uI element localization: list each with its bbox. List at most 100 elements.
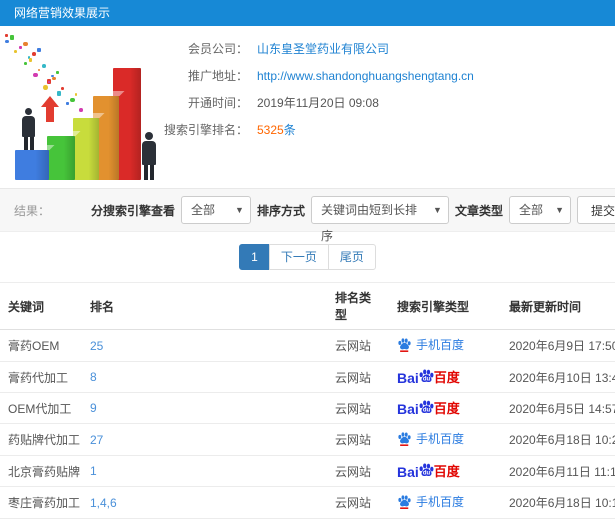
figure-head xyxy=(25,108,32,115)
article-type-select[interactable]: 全部 ▼ xyxy=(508,196,571,224)
confetti-dot xyxy=(18,45,23,50)
promo-bar xyxy=(73,118,99,180)
chevron-down-icon: ▼ xyxy=(555,205,564,215)
chevron-down-icon: ▼ xyxy=(235,205,244,215)
table-row: 膏药OEM 25 云网站 手机百度 2020年6月9日 17:50 xyxy=(0,329,615,362)
growth-arrow-icon xyxy=(41,96,59,122)
sort-order-select[interactable]: 关键词由短到长排序 ▼ xyxy=(310,196,449,243)
rank-type-cell: 云网站 xyxy=(327,392,389,424)
baidu-logo-bai: Bai xyxy=(397,464,419,480)
rank-cell: 9 xyxy=(82,392,327,424)
rank-cell: 1,4,6 xyxy=(82,486,327,519)
next-page-button[interactable]: 下一页 xyxy=(268,244,329,270)
engine-type-cell: Baidu百度 xyxy=(389,392,501,424)
figure-legs xyxy=(142,165,156,180)
confetti-dot xyxy=(70,97,75,103)
baidu-paw-icon xyxy=(398,432,411,446)
updated-time-cell: 2020年6月18日 10:19 xyxy=(501,486,615,519)
page-1-button[interactable]: 1 xyxy=(239,244,270,270)
engine-type-cell: 手机百度 xyxy=(389,423,501,456)
select-value: 关键词由短到长排序 xyxy=(320,203,417,243)
rank-link[interactable]: 1 xyxy=(90,464,97,478)
svg-text:du: du xyxy=(423,470,431,476)
engine-type-cell: 手机百度 xyxy=(389,486,501,519)
confetti-dot xyxy=(14,50,17,53)
rank-cell: 1 xyxy=(82,455,327,487)
results-table-body: 膏药OEM 25 云网站 手机百度 2020年6月9日 17:50 膏药代加工 8 云网站 Ba… xyxy=(0,329,615,520)
baidu-paw-icon: du xyxy=(419,463,434,476)
baidu-paw-icon: du xyxy=(419,369,434,382)
updated-time-cell: 2020年6月11日 11:18 xyxy=(501,455,615,487)
field-rank-count: 搜索引擎排名： 5325条 xyxy=(160,123,615,137)
col-rank-type: 排名类型 xyxy=(327,282,389,330)
open-time-value: 2019年11月20日 09:08 xyxy=(257,96,379,110)
keyword-cell: OEM代加工 xyxy=(0,392,82,424)
confetti-dot xyxy=(32,52,36,56)
updated-time-cell: 2020年6月18日 10:25 xyxy=(501,423,615,456)
filters: 分搜索引擎查看 全部 ▼ 排序方式 关键词由短到长排序 ▼ 文章类型 全部 ▼ 提交 xyxy=(91,196,615,243)
table-row: 膏药代加工 8 云网站 Bai du 百度 2020年6月10日 13:40 xyxy=(0,361,615,393)
rank-cell: 27 xyxy=(82,423,327,456)
last-page-button[interactable]: 尾页 xyxy=(327,244,376,270)
rank-link[interactable]: 9 xyxy=(90,401,97,415)
baidu-paw-icon: du xyxy=(419,400,434,413)
confetti-dot xyxy=(28,58,33,62)
engine-filter-select[interactable]: 全部 ▼ xyxy=(180,196,251,224)
svg-text:du: du xyxy=(423,407,431,413)
table-row: 北京膏药贴牌 1 云网站 Bai du 百度 2020年6月11日 11:18 xyxy=(0,455,615,487)
chevron-down-icon: ▼ xyxy=(433,205,442,215)
app-window: 网络营销效果展示 会员公司： 山东皇圣堂药业有限公司 推广地址： http://… xyxy=(0,0,615,520)
baidu-logo-name: 百度 xyxy=(433,401,460,416)
table-header-row: 关键词 排名 排名类型 搜索引擎类型 最新更新时间 xyxy=(0,282,615,330)
keyword-cell: 药贴牌代加工 xyxy=(0,423,82,456)
confetti-dot xyxy=(65,101,70,106)
updated-time-cell: 2020年6月9日 17:50 xyxy=(501,329,615,362)
table-row: OEM代加工 9 云网站 Bai du 百度 2020年6月5日 14:57 xyxy=(0,392,615,424)
mobile-baidu-label: 手机百度 xyxy=(416,432,465,446)
filter-label-article-type: 文章类型 xyxy=(454,203,503,218)
promo-bar xyxy=(15,150,49,180)
businessman-left-figure xyxy=(22,108,35,150)
confetti-dot xyxy=(9,35,15,40)
svg-text:du: du xyxy=(423,376,431,382)
confetti-dot xyxy=(52,76,56,81)
col-rank: 排名 xyxy=(82,282,327,330)
baidu-logo-bai: Bai xyxy=(397,370,419,386)
mobile-baidu-label: 手机百度 xyxy=(416,495,465,509)
rank-count-unit: 条 xyxy=(283,123,296,137)
confetti-dot xyxy=(36,47,42,53)
updated-time-cell: 2020年6月10日 13:40 xyxy=(501,361,615,393)
field-member-company: 会员公司： 山东皇圣堂药业有限公司 xyxy=(160,42,615,56)
keyword-cell: 北京膏药贴牌 xyxy=(0,455,82,487)
mobile-baidu-logo: 手机百度 xyxy=(397,493,464,510)
info-section: 会员公司： 山东皇圣堂药业有限公司 推广地址： http://www.shandon… xyxy=(0,26,615,188)
updated-time-cell: 2020年6月5日 14:57 xyxy=(501,392,615,424)
baidu-logo: Bai du 百度 xyxy=(397,368,460,385)
confetti-dot xyxy=(37,68,41,72)
confetti-dot xyxy=(33,72,38,78)
confetti-dot xyxy=(61,87,64,90)
rank-cell: 25 xyxy=(82,329,327,362)
figure-head xyxy=(145,132,153,140)
col-engine-type: 搜索引擎类型 xyxy=(389,282,501,330)
keyword-cell: 膏药OEM xyxy=(0,329,82,362)
rank-link[interactable]: 8 xyxy=(90,370,97,384)
select-value: 全部 xyxy=(190,203,215,217)
confetti-dot xyxy=(23,41,28,47)
mobile-baidu-logo: 手机百度 xyxy=(397,430,464,447)
col-updated: 最新更新时间 xyxy=(501,282,615,330)
rank-link[interactable]: 27 xyxy=(90,433,103,447)
rank-type-cell: 云网站 xyxy=(327,329,389,362)
company-name-link[interactable]: 山东皇圣堂药业有限公司 xyxy=(257,42,389,56)
submit-button[interactable]: 提交 xyxy=(576,196,615,224)
figure-legs xyxy=(22,137,35,150)
rank-link[interactable]: 25 xyxy=(90,339,103,353)
baidu-paw-icon xyxy=(398,338,411,352)
promo-bar xyxy=(47,136,75,180)
baidu-paw-icon xyxy=(398,495,411,509)
confetti-dot xyxy=(24,62,27,65)
rank-link[interactable]: 1,4,6 xyxy=(90,496,117,510)
promo-url-link[interactable]: http://www.shandonghuangshengtang.cn xyxy=(257,69,474,83)
filter-label-sort: 排序方式 xyxy=(256,203,305,218)
baidu-logo-bai: Bai xyxy=(397,401,419,417)
